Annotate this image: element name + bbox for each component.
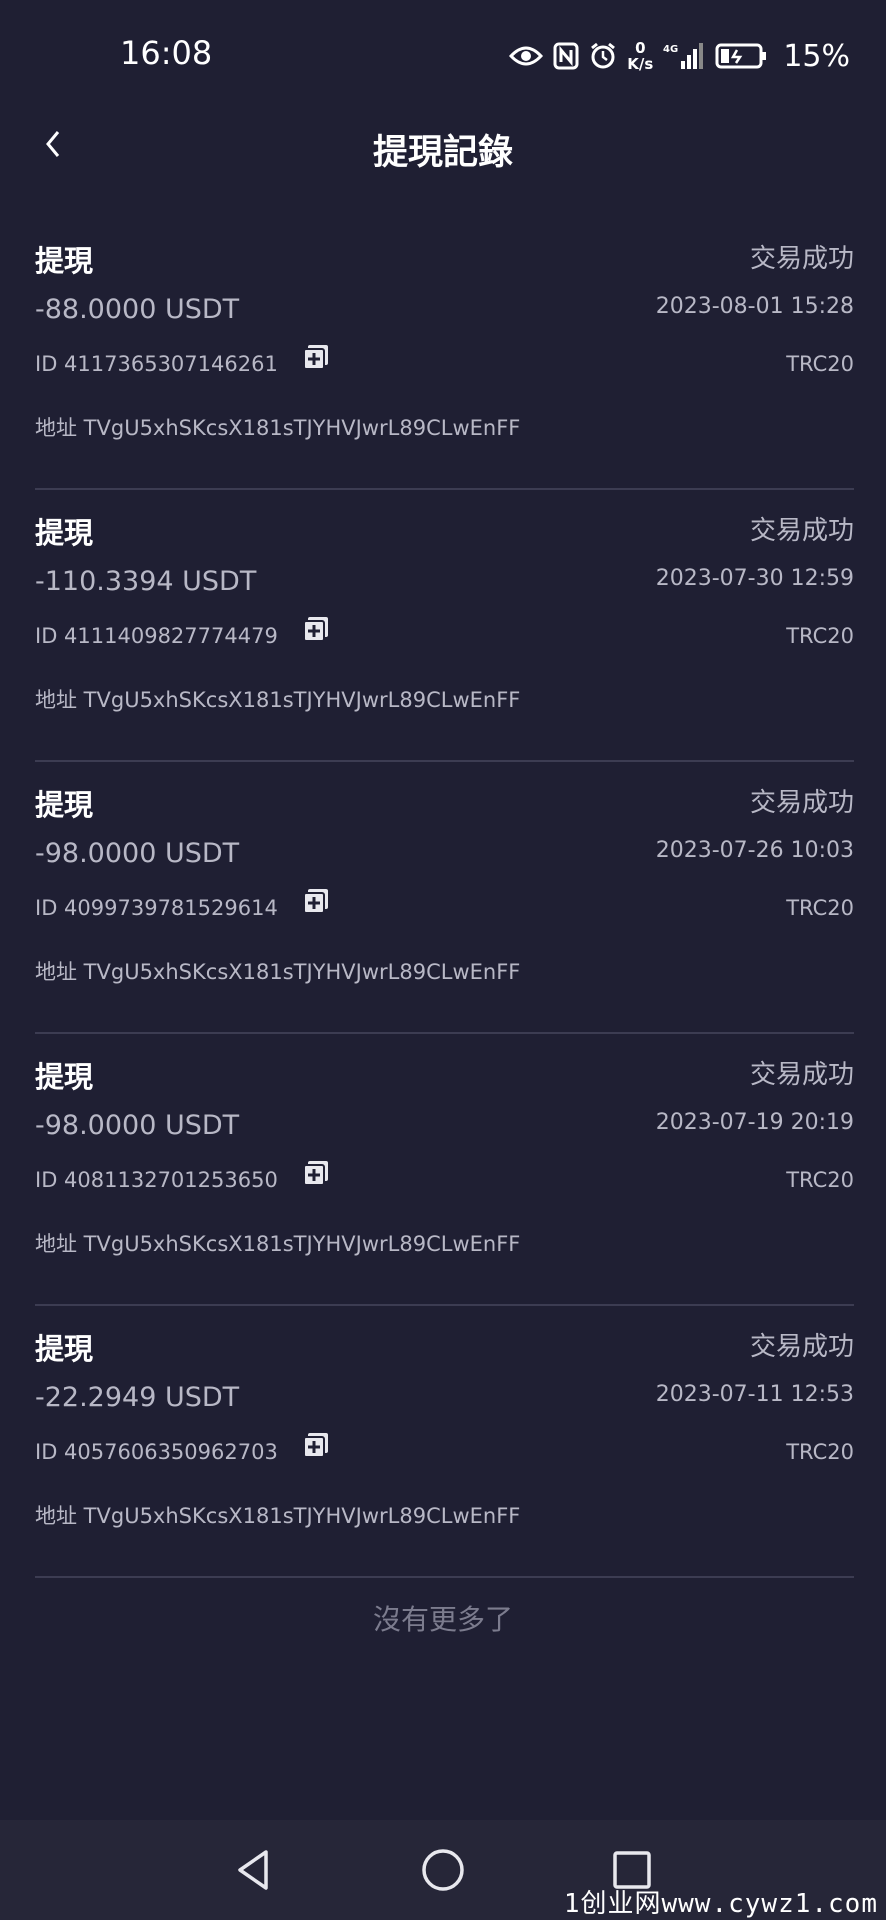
net-speed-unit: K/s <box>627 55 654 73</box>
record-id: ID 4111409827774479 <box>35 624 278 648</box>
circle-home-icon <box>422 1849 464 1891</box>
status-time: 16:08 <box>120 34 213 72</box>
record-network: TRC20 <box>786 896 854 920</box>
record-date: 2023-07-19 20:19 <box>655 1110 854 1135</box>
no-more-label: 沒有更多了 <box>372 1603 513 1636</box>
record-network: TRC20 <box>786 624 854 648</box>
status-icons: 0 K/s 4G 15% <box>509 36 850 76</box>
record-date: 2023-08-01 15:28 <box>655 294 854 319</box>
record-status: 交易成功 <box>749 516 854 546</box>
copy-icon[interactable] <box>302 887 330 920</box>
record-amount: -22.2949 USDT <box>35 1382 240 1413</box>
record-date: 2023-07-11 12:53 <box>655 1382 854 1407</box>
record-type: 提現 <box>35 244 94 278</box>
record-status: 交易成功 <box>749 1060 854 1090</box>
alarm-icon <box>589 42 617 70</box>
record-status: 交易成功 <box>749 788 854 818</box>
record-network: TRC20 <box>786 1440 854 1464</box>
record-type: 提現 <box>35 516 94 550</box>
record-address: 地址 TVgU5xhSKcsX181sTJYHVJwrL89CLwEnFF <box>35 416 521 440</box>
eye-icon <box>509 44 544 68</box>
record-date: 2023-07-26 10:03 <box>655 838 854 863</box>
record-type: 提現 <box>35 1060 94 1094</box>
record-id-row: ID 4117365307146261 <box>35 344 330 376</box>
record-item: 提現 交易成功 -98.0000 USDT 2023-07-26 10:03 I… <box>35 762 854 1034</box>
record-network: TRC20 <box>786 352 854 376</box>
nfc-icon <box>553 42 579 70</box>
copy-icon[interactable] <box>302 615 330 648</box>
record-id-row: ID 4099739781529614 <box>35 888 330 920</box>
net-speed: 0 K/s <box>627 40 653 72</box>
record-item: 提現 交易成功 -88.0000 USDT 2023-08-01 15:28 I… <box>35 218 854 490</box>
signal-icon: 4G <box>663 41 705 71</box>
record-id-row: ID 4057606350962703 <box>35 1432 330 1464</box>
battery-percent: 15% <box>783 38 850 74</box>
page-title: 提現記錄 <box>372 133 513 173</box>
net-speed-value: 0 <box>635 39 646 57</box>
record-status: 交易成功 <box>749 244 854 274</box>
record-amount: -98.0000 USDT <box>35 838 240 869</box>
record-network: TRC20 <box>786 1168 854 1192</box>
svg-text:4G: 4G <box>663 44 678 55</box>
record-id: ID 4117365307146261 <box>35 352 278 376</box>
record-amount: -110.3394 USDT <box>35 566 257 597</box>
status-bar: 16:08 0 K/s 4G 15% <box>0 0 886 110</box>
record-id: ID 4057606350962703 <box>35 1440 278 1464</box>
record-id-row: ID 4081132701253650 <box>35 1160 330 1192</box>
record-date: 2023-07-30 12:59 <box>655 566 854 591</box>
record-item: 提現 交易成功 -22.2949 USDT 2023-07-11 12:53 I… <box>35 1306 854 1578</box>
record-type: 提現 <box>35 1332 94 1366</box>
back-nav-button[interactable] <box>232 1848 276 1896</box>
record-amount: -98.0000 USDT <box>35 1110 240 1141</box>
record-id: ID 4081132701253650 <box>35 1168 278 1192</box>
system-nav-bar: 1创业网www.cywz1.com <box>0 1820 886 1920</box>
battery-icon <box>715 42 769 70</box>
record-address: 地址 TVgU5xhSKcsX181sTJYHVJwrL89CLwEnFF <box>35 1232 521 1256</box>
record-id: ID 4099739781529614 <box>35 896 278 920</box>
watermark: 1创业网www.cywz1.com <box>563 1889 878 1919</box>
copy-icon[interactable] <box>302 343 330 376</box>
record-item: 提現 交易成功 -98.0000 USDT 2023-07-19 20:19 I… <box>35 1034 854 1306</box>
record-status: 交易成功 <box>749 1332 854 1362</box>
copy-icon[interactable] <box>302 1159 330 1192</box>
copy-icon[interactable] <box>302 1431 330 1464</box>
record-item: 提現 交易成功 -110.3394 USDT 2023-07-30 12:59 … <box>35 490 854 762</box>
record-address: 地址 TVgU5xhSKcsX181sTJYHVJwrL89CLwEnFF <box>35 1504 521 1528</box>
record-address: 地址 TVgU5xhSKcsX181sTJYHVJwrL89CLwEnFF <box>35 960 521 984</box>
record-address: 地址 TVgU5xhSKcsX181sTJYHVJwrL89CLwEnFF <box>35 688 521 712</box>
withdrawal-record-list: 提現 交易成功 -88.0000 USDT 2023-08-01 15:28 I… <box>35 218 854 1578</box>
record-amount: -88.0000 USDT <box>35 294 240 325</box>
triangle-back-icon <box>238 1850 268 1890</box>
home-nav-button[interactable] <box>421 1848 465 1896</box>
record-id-row: ID 4111409827774479 <box>35 616 330 648</box>
header: 提現記錄 <box>0 110 886 180</box>
record-type: 提現 <box>35 788 94 822</box>
